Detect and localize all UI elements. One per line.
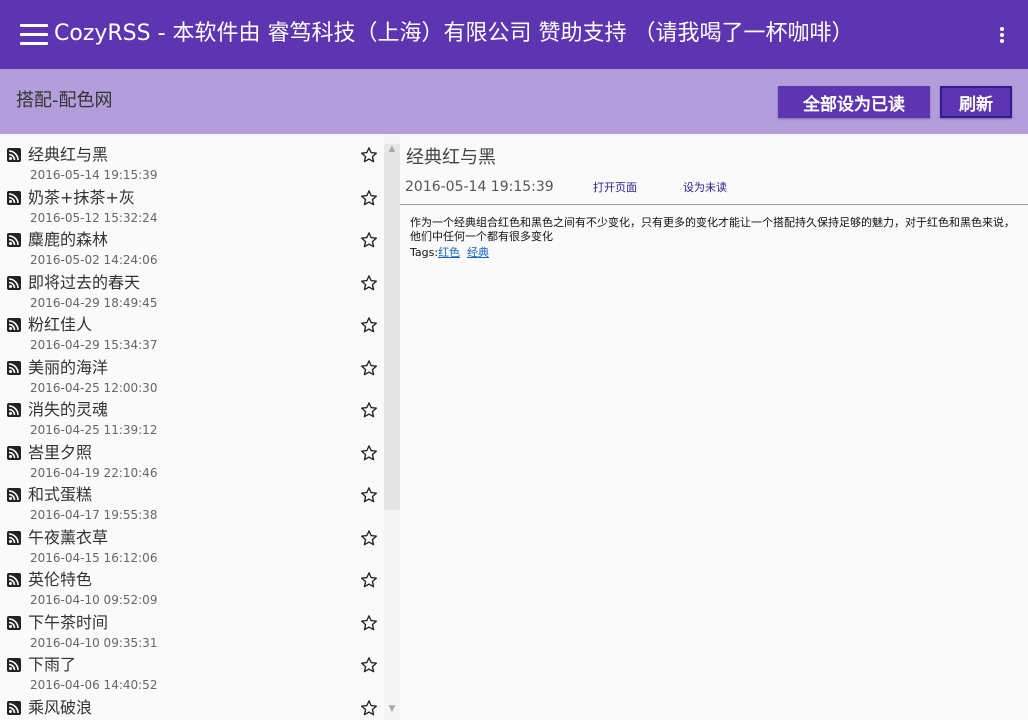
rss-feed-icon <box>7 700 21 715</box>
feed-name: 搭配-配色网 <box>16 90 113 111</box>
rss-feed-icon <box>7 403 21 417</box>
list-item[interactable]: 下雨了 2016-04-06 14:40:52 <box>0 644 384 692</box>
rss-feed-icon <box>7 275 21 290</box>
list-item[interactable]: 下午茶时间 2016-04-10 09:35:31 <box>0 602 384 650</box>
list-item[interactable]: 午夜薰衣草 2016-04-15 16:12:06 <box>0 517 384 565</box>
star-icon[interactable] <box>360 189 378 207</box>
list-item[interactable]: 英伦特色 2016-04-10 09:52:09 <box>0 559 384 607</box>
list-item-title: 午夜薰衣草 <box>28 527 109 547</box>
star-icon[interactable] <box>360 401 378 419</box>
star-icon[interactable] <box>360 444 378 462</box>
rss-feed-icon <box>7 488 21 502</box>
list-item[interactable]: 美丽的海洋 2016-04-25 12:00:30 <box>0 347 384 395</box>
star-icon[interactable] <box>360 529 378 547</box>
rss-feed-icon <box>7 318 21 332</box>
list-item[interactable]: 经典红与黑 2016-05-14 19:15:39 <box>0 134 384 182</box>
refresh-button[interactable]: 刷新 <box>940 86 1012 118</box>
tags-label: Tags: <box>410 246 439 259</box>
article-title: 经典红与黑 <box>406 147 496 168</box>
scrollbar-thumb[interactable] <box>384 144 400 510</box>
list-item-title: 奶茶+抹茶+灰 <box>28 187 135 207</box>
open-page-link[interactable]: 打开页面 <box>593 181 637 195</box>
list-item-title: 下雨了 <box>28 655 77 674</box>
rss-feed-icon <box>7 573 21 587</box>
title-bar: CozyRSS - 本软件由 睿笃科技（上海）有限公司 赞助支持 （请我喝了一杯… <box>0 0 1028 69</box>
list-item-title: 粉红佳人 <box>28 315 93 334</box>
list-item[interactable]: 奶茶+抹茶+灰 2016-05-12 15:32:24 <box>0 177 384 225</box>
star-icon[interactable] <box>360 656 378 674</box>
article-view: 经典红与黑 2016-05-14 19:15:39 打开页面 设为未读 作为一个… <box>400 134 1028 720</box>
tag-link[interactable]: 经典 <box>467 246 489 259</box>
star-icon[interactable] <box>360 699 378 717</box>
feed-header: 搭配-配色网 全部设为已读 刷新 <box>0 69 1028 134</box>
star-icon[interactable] <box>360 614 378 632</box>
rss-feed-icon <box>7 658 21 672</box>
list-item[interactable]: 即将过去的春天 2016-04-29 18:49:45 <box>0 262 384 310</box>
list-item[interactable]: 消失的灵魂 2016-04-25 11:39:12 <box>0 389 384 437</box>
star-icon[interactable] <box>360 359 378 377</box>
article-divider <box>400 204 1028 205</box>
mark-all-read-button[interactable]: 全部设为已读 <box>778 86 930 118</box>
star-icon[interactable] <box>360 231 378 249</box>
star-icon[interactable] <box>360 571 378 589</box>
scroll-up-arrow-icon[interactable]: ▲ <box>384 142 400 156</box>
list-item[interactable]: 峇里夕照 2016-04-19 22:10:46 <box>0 432 384 480</box>
mark-unread-link[interactable]: 设为未读 <box>683 181 727 195</box>
article-list: 经典红与黑 2016-05-14 19:15:39 奶茶+抹茶+灰 2016-05-1… <box>0 134 384 720</box>
star-icon[interactable] <box>360 146 378 164</box>
rss-feed-icon <box>7 360 21 375</box>
article-date: 2016-05-14 19:15:39 <box>405 179 554 195</box>
rss-feed-icon <box>7 190 21 205</box>
list-item-title: 即将过去的春天 <box>28 272 141 292</box>
list-item-title: 峇里夕照 <box>28 442 93 462</box>
hamburger-menu-icon[interactable] <box>20 24 48 46</box>
list-item[interactable]: 乘风破浪 <box>0 687 384 720</box>
list-item[interactable]: 麋鹿的森林 2016-05-02 14:24:06 <box>0 219 384 267</box>
rss-feed-icon <box>7 233 21 247</box>
list-item[interactable]: 和式蛋糕 2016-04-17 19:55:38 <box>0 474 384 522</box>
scroll-down-arrow-icon[interactable]: ▼ <box>384 702 400 716</box>
app-title: CozyRSS - 本软件由 睿笃科技（上海）有限公司 赞助支持 （请我喝了一杯… <box>54 21 854 46</box>
list-item[interactable]: 粉红佳人 2016-04-29 15:34:37 <box>0 304 384 352</box>
list-item-title: 和式蛋糕 <box>28 485 93 504</box>
rss-feed-icon <box>7 530 21 545</box>
list-item-title: 英伦特色 <box>28 570 93 589</box>
article-tags: Tags:红色 经典 <box>410 246 489 260</box>
list-item-title: 消失的灵魂 <box>28 400 109 419</box>
app-window: CozyRSS - 本软件由 睿笃科技（上海）有限公司 赞助支持 （请我喝了一杯… <box>0 0 1028 720</box>
article-body: 作为一个经典组合红色和黑色之间有不少变化，只有更多的变化才能让一个搭配持久保持足… <box>410 216 1015 243</box>
list-item-title: 美丽的海洋 <box>28 357 109 377</box>
list-scrollbar[interactable]: ▲ ▼ <box>384 134 400 720</box>
star-icon[interactable] <box>360 274 378 292</box>
list-item-title: 麋鹿的森林 <box>28 230 109 249</box>
more-vertical-icon[interactable] <box>998 25 1006 45</box>
rss-feed-icon <box>7 445 21 460</box>
rss-feed-icon <box>7 615 21 630</box>
list-item-title: 乘风破浪 <box>28 697 93 717</box>
rss-feed-icon <box>7 148 21 162</box>
list-item-title: 下午茶时间 <box>28 612 109 632</box>
star-icon[interactable] <box>360 486 378 504</box>
star-icon[interactable] <box>360 316 378 334</box>
tag-link[interactable]: 红色 <box>438 246 460 259</box>
list-item-title: 经典红与黑 <box>28 145 109 164</box>
